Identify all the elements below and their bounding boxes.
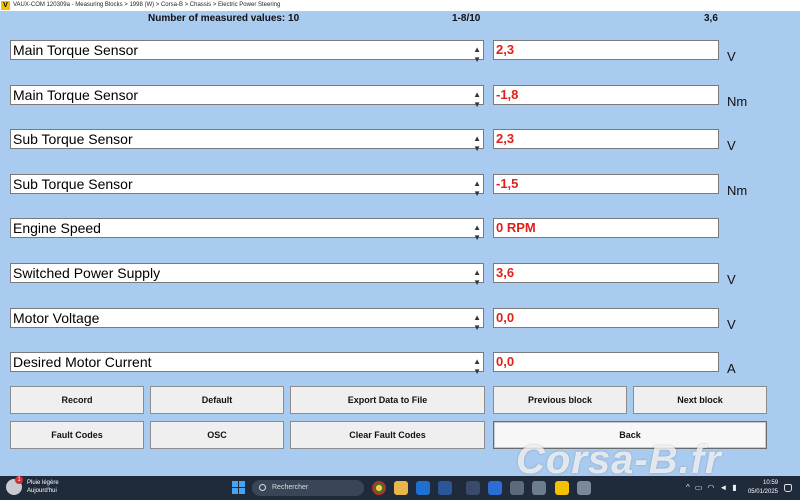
dropdown-arrow-icon[interactable]: ▲ ▼ bbox=[473, 90, 481, 110]
measurement-value: 3,6 bbox=[493, 263, 719, 283]
weather-day: Aujourd'hui bbox=[27, 488, 57, 494]
notification-bell-icon[interactable] bbox=[784, 484, 792, 492]
vaux-com-taskbar-icon[interactable] bbox=[555, 481, 569, 495]
cloud-rain-icon: 1 bbox=[6, 476, 23, 495]
measurement-unit: V bbox=[727, 272, 736, 287]
measurement-unit: Nm bbox=[727, 94, 748, 109]
wifi-icon[interactable]: ◠ bbox=[707, 483, 714, 492]
next-block-button[interactable]: Next block bbox=[633, 386, 767, 414]
dropdown-arrow-icon[interactable]: ▲ ▼ bbox=[473, 357, 481, 377]
search-icon bbox=[259, 484, 266, 491]
measurement-row: Desired Motor Current ▲ ▼ 0,0 A bbox=[0, 352, 800, 384]
clock[interactable]: 10:59 05/01/2025 bbox=[740, 479, 778, 497]
fault-codes-button[interactable]: Fault Codes bbox=[10, 421, 144, 449]
measurement-select[interactable]: Switched Power Supply ▲ ▼ bbox=[10, 263, 484, 287]
measurement-row: Sub Torque Sensor ▲ ▼ 2,3 V bbox=[0, 129, 800, 161]
header-value: 3,6 bbox=[704, 13, 718, 24]
word-icon[interactable] bbox=[438, 481, 452, 495]
measurement-value: -1,5 bbox=[493, 174, 719, 194]
store-icon[interactable] bbox=[488, 481, 502, 495]
battery-icon[interactable]: ▮ bbox=[732, 483, 736, 492]
clock-time: 10:59 bbox=[762, 480, 778, 486]
app-icon[interactable] bbox=[577, 481, 591, 495]
clock-date: 05/01/2025 bbox=[747, 489, 778, 495]
measurement-row: Engine Speed ▲ ▼ 0 RPM bbox=[0, 218, 800, 250]
volume-icon[interactable]: ◄ bbox=[719, 483, 727, 492]
measurement-unit: V bbox=[727, 49, 736, 64]
measurement-unit: V bbox=[727, 317, 736, 332]
vaux-com-logo-icon: V bbox=[1, 1, 10, 10]
measurement-select[interactable]: Main Torque Sensor ▲ ▼ bbox=[10, 85, 484, 109]
network-icon[interactable]: ▭ bbox=[695, 483, 703, 492]
measurement-name: Desired Motor Current bbox=[13, 354, 152, 370]
search-placeholder: Rechercher bbox=[272, 484, 309, 491]
app-icon[interactable] bbox=[510, 481, 524, 495]
measurement-name: Motor Voltage bbox=[13, 310, 100, 326]
measurement-unit: V bbox=[727, 138, 736, 153]
measurement-value: -1,8 bbox=[493, 85, 719, 105]
taskbar: 1 Pluie légère Aujourd'hui Rechercher ^ … bbox=[0, 476, 800, 500]
measurement-name: Switched Power Supply bbox=[13, 265, 161, 281]
measurement-select[interactable]: Sub Torque Sensor ▲ ▼ bbox=[10, 174, 484, 198]
dropdown-arrow-icon[interactable]: ▲ ▼ bbox=[473, 268, 481, 288]
export-data-button[interactable]: Export Data to File bbox=[290, 386, 485, 414]
measurement-row: Motor Voltage ▲ ▼ 0,0 V bbox=[0, 308, 800, 340]
measurement-name: Main Torque Sensor bbox=[13, 87, 139, 103]
dropdown-arrow-icon[interactable]: ▲ ▼ bbox=[473, 134, 481, 154]
dropdown-arrow-icon[interactable]: ▲ ▼ bbox=[473, 179, 481, 199]
measurement-value: 2,3 bbox=[493, 40, 719, 60]
measurement-select[interactable]: Motor Voltage ▲ ▼ bbox=[10, 308, 484, 332]
measurement-value: 0 RPM bbox=[493, 218, 719, 238]
file-explorer-icon[interactable] bbox=[394, 481, 408, 495]
measurement-select[interactable]: Desired Motor Current ▲ ▼ bbox=[10, 352, 484, 376]
dropdown-arrow-icon[interactable]: ▲ ▼ bbox=[473, 223, 481, 243]
default-button[interactable]: Default bbox=[150, 386, 284, 414]
window-title-bar: V VAUX-COM 120309a - Measuring Blocks > … bbox=[0, 0, 800, 11]
measurement-row: Switched Power Supply ▲ ▼ 3,6 V bbox=[0, 263, 800, 295]
measurement-unit: Nm bbox=[727, 183, 748, 198]
measured-values-count: Number of measured values: 10 bbox=[148, 13, 300, 24]
block-range: 1-8/10 bbox=[452, 13, 481, 24]
chrome-icon[interactable] bbox=[372, 481, 386, 495]
measurement-name: Sub Torque Sensor bbox=[13, 131, 133, 147]
measurement-name: Sub Torque Sensor bbox=[13, 176, 133, 192]
measurement-value: 0,0 bbox=[493, 308, 719, 328]
app-icon[interactable] bbox=[532, 481, 546, 495]
system-tray: ^ ▭ ◠ ◄ ▮ bbox=[686, 483, 737, 492]
chevron-up-icon[interactable]: ^ bbox=[686, 483, 690, 492]
taskbar-search-input[interactable]: Rechercher bbox=[252, 480, 364, 496]
measurement-name: Engine Speed bbox=[13, 220, 101, 236]
dropdown-arrow-icon[interactable]: ▲ ▼ bbox=[473, 45, 481, 65]
weather-condition: Pluie légère bbox=[27, 480, 59, 486]
measurement-select[interactable]: Main Torque Sensor ▲ ▼ bbox=[10, 40, 484, 64]
record-button[interactable]: Record bbox=[10, 386, 144, 414]
notification-badge: 1 bbox=[15, 476, 23, 484]
measurement-select[interactable]: Sub Torque Sensor ▲ ▼ bbox=[10, 129, 484, 153]
app-icon[interactable] bbox=[466, 481, 480, 495]
measurement-row: Main Torque Sensor ▲ ▼ 2,3 V bbox=[0, 40, 800, 72]
measurement-name: Main Torque Sensor bbox=[13, 42, 139, 58]
measurement-value: 0,0 bbox=[493, 352, 719, 372]
measurement-unit: A bbox=[727, 361, 736, 376]
clear-fault-codes-button[interactable]: Clear Fault Codes bbox=[290, 421, 485, 449]
measurement-value: 2,3 bbox=[493, 129, 719, 149]
measurement-row: Main Torque Sensor ▲ ▼ -1,8 Nm bbox=[0, 85, 800, 117]
measurement-select[interactable]: Engine Speed ▲ ▼ bbox=[10, 218, 484, 242]
windows-start-icon[interactable] bbox=[232, 481, 245, 494]
measurement-row: Sub Torque Sensor ▲ ▼ -1,5 Nm bbox=[0, 174, 800, 206]
osc-button[interactable]: OSC bbox=[150, 421, 284, 449]
dropdown-arrow-icon[interactable]: ▲ ▼ bbox=[473, 313, 481, 333]
previous-block-button[interactable]: Previous block bbox=[493, 386, 627, 414]
window-title: VAUX-COM 120309a - Measuring Blocks > 19… bbox=[13, 2, 281, 8]
weather-widget[interactable]: 1 Pluie légère Aujourd'hui bbox=[6, 476, 59, 495]
outlook-icon[interactable] bbox=[416, 481, 430, 495]
